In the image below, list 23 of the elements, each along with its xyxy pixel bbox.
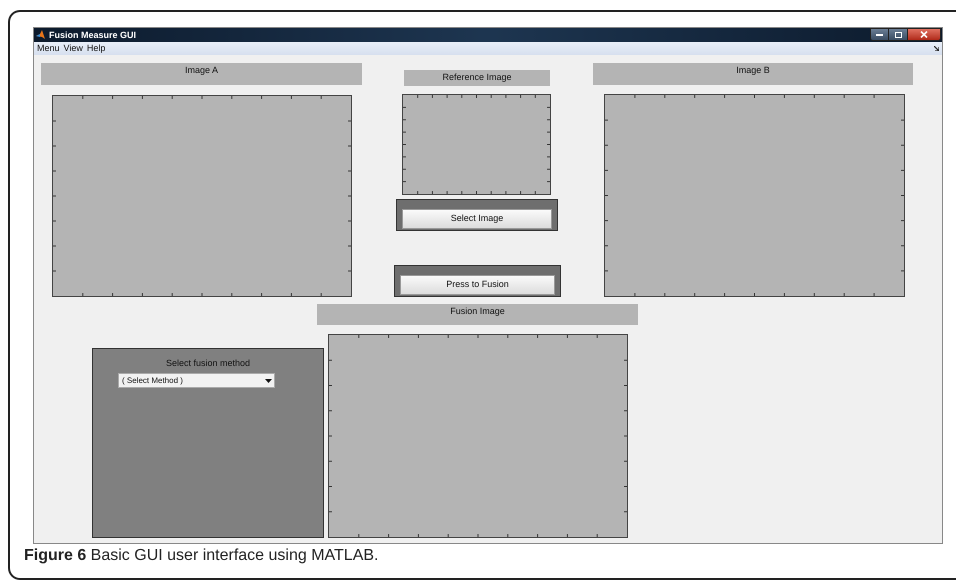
menu-item[interactable]: Help: [86, 44, 106, 53]
maximize-button[interactable]: [889, 28, 907, 41]
push-button[interactable]: Select Image: [402, 208, 552, 228]
axes-title: Fusion Image: [317, 304, 638, 325]
caret-icon: [265, 378, 272, 382]
logo-icon: [36, 30, 46, 40]
method-dropdown[interactable]: ( Select Method ): [118, 373, 275, 388]
minimize-button[interactable]: [870, 28, 889, 41]
maximize-icon: [894, 32, 902, 38]
axes-title: Image B: [593, 63, 913, 85]
axes-title: Image A: [41, 63, 362, 85]
menu-item[interactable]: Menu: [37, 44, 60, 53]
axes-title: Reference Image: [404, 70, 550, 86]
close-icon: [920, 31, 928, 38]
panel-title: Select fusion method: [166, 359, 250, 368]
close-button[interactable]: [907, 28, 941, 41]
menu-item[interactable]: View: [64, 44, 83, 53]
dropdown-value: ( Select Method ): [122, 376, 183, 384]
minimize-icon: [876, 34, 883, 36]
figure-caption: Figure 6 Basic GUI user interface using MATLAB.: [24, 548, 380, 564]
push-button[interactable]: Press to Fusion: [400, 274, 555, 294]
dock-arrow-icon[interactable]: [934, 46, 939, 51]
window-title: Fusion Measure GUI: [49, 30, 136, 40]
